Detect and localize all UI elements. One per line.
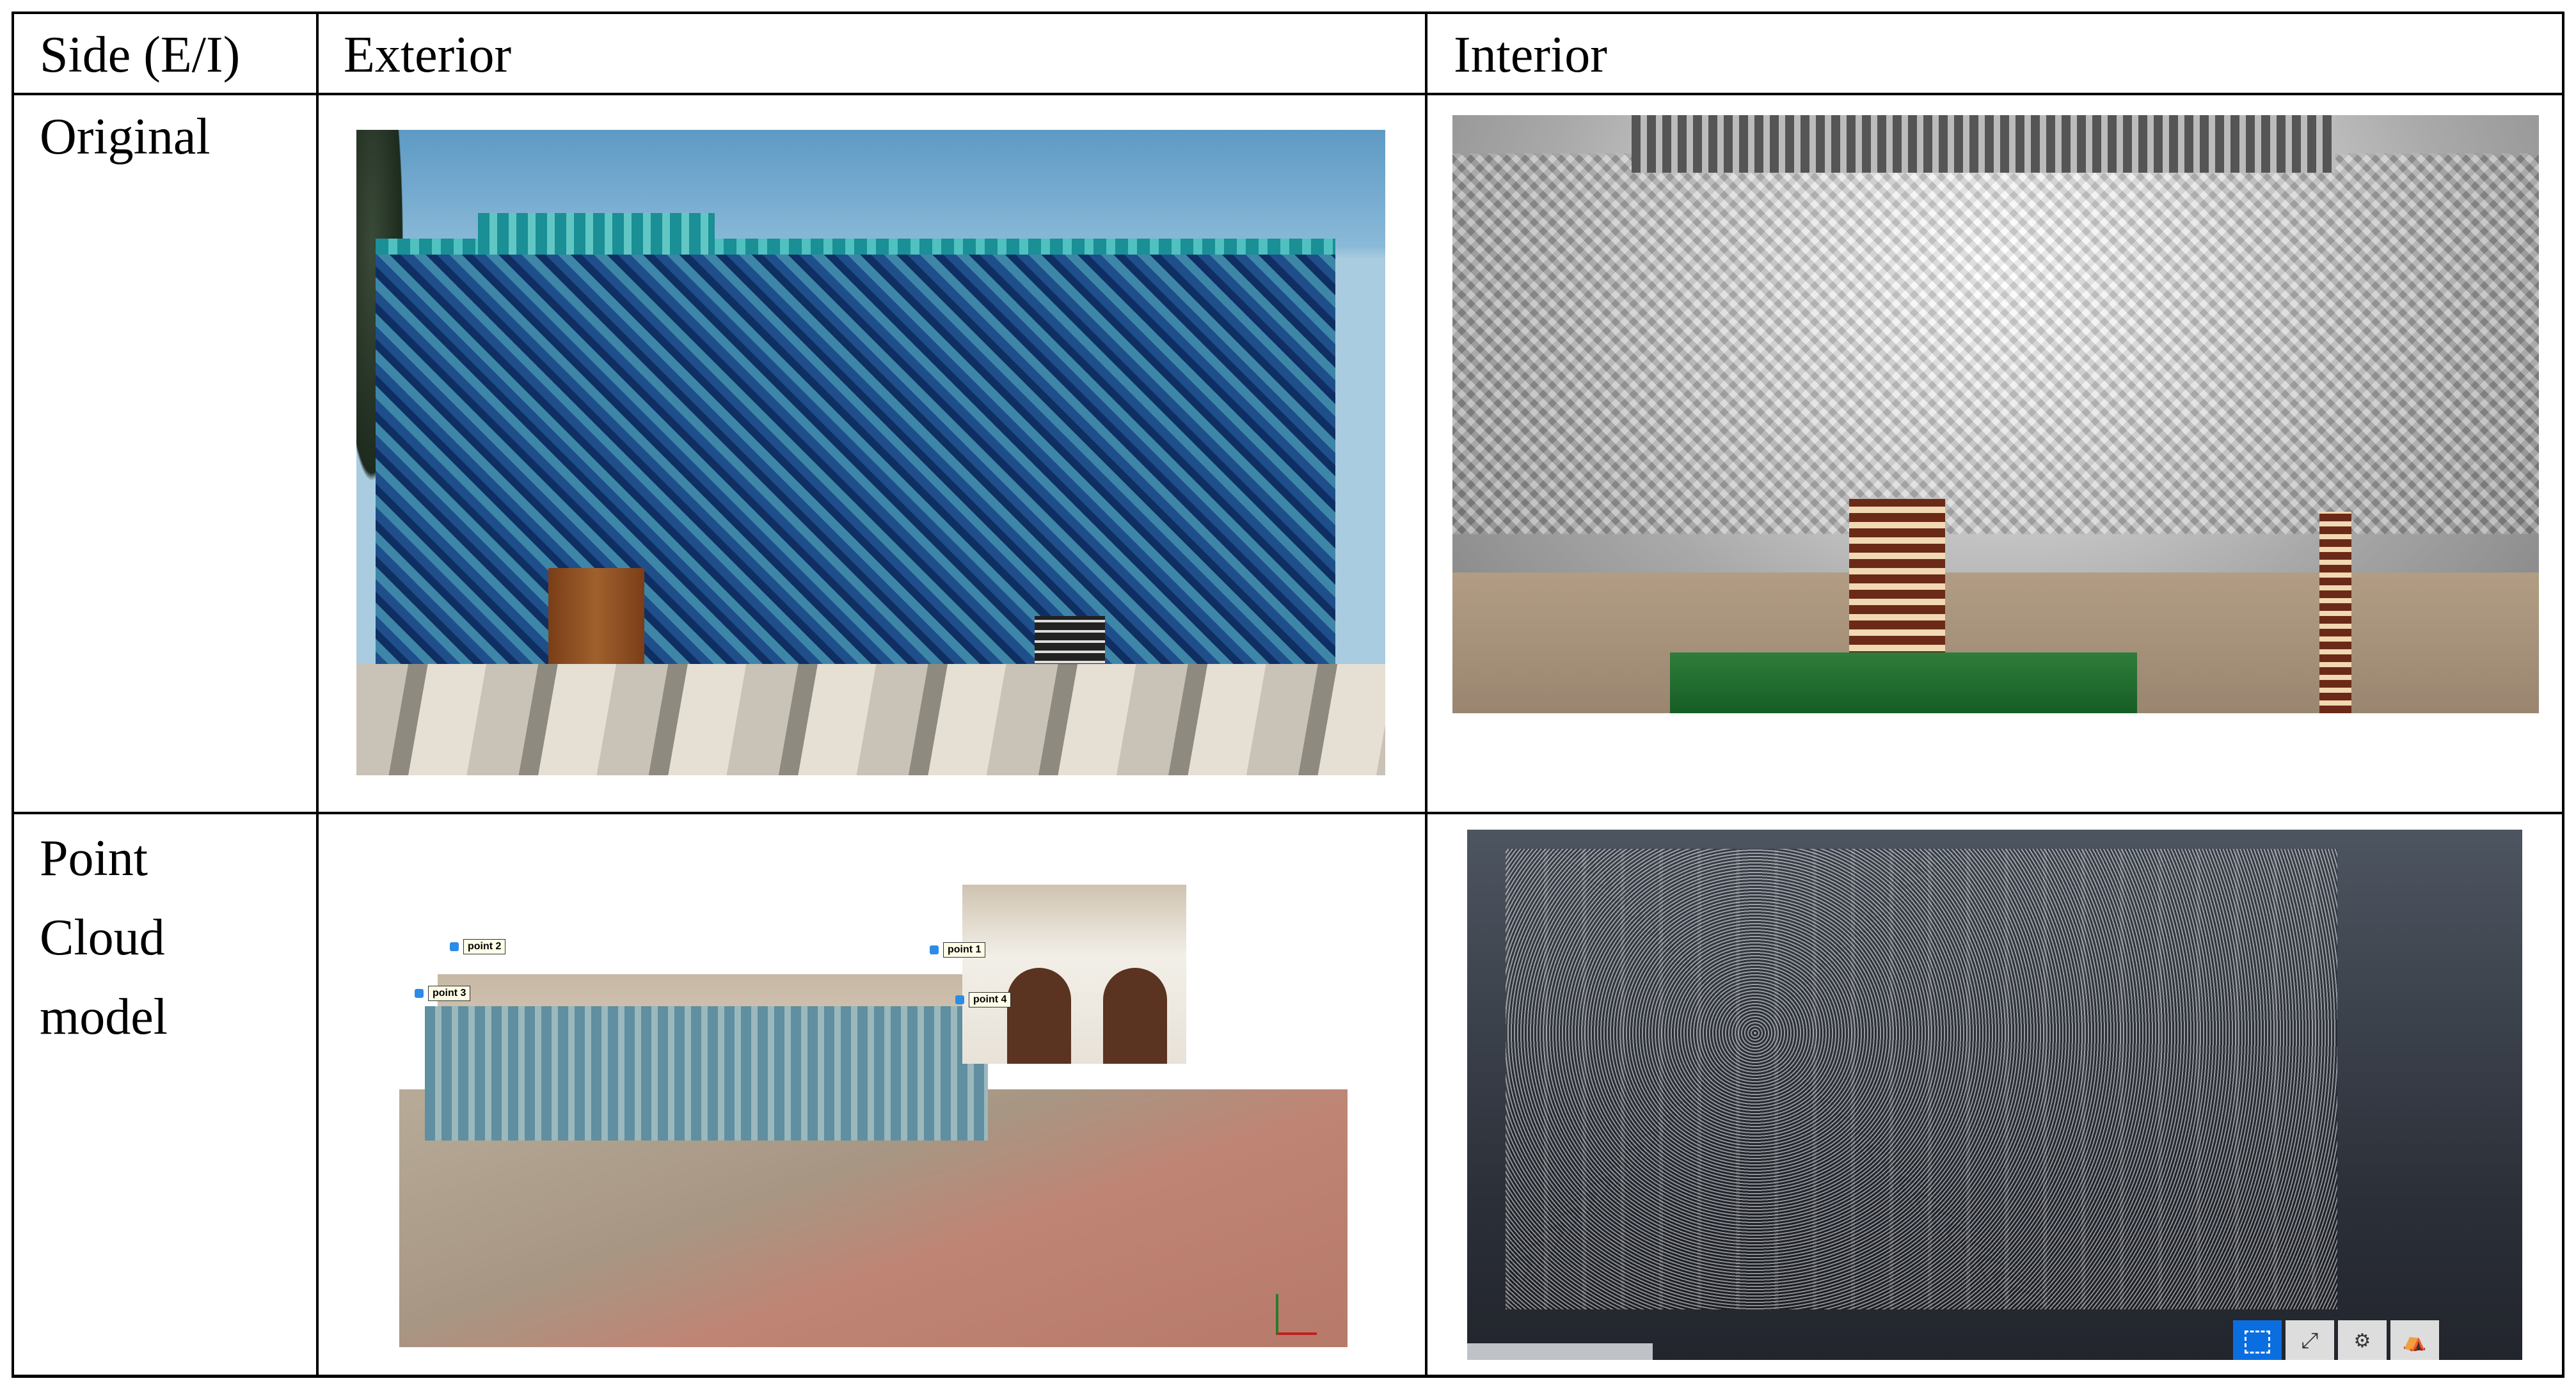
tiled-wall [376, 255, 1335, 664]
select-tool-button[interactable] [2233, 1320, 2282, 1360]
column-divider-1 [316, 12, 319, 1378]
header-side: Side (E/I) [40, 27, 241, 83]
ceiling [1632, 115, 2335, 173]
arch-door [1007, 968, 1071, 1064]
select-icon [2245, 1331, 2270, 1354]
facade [425, 1006, 988, 1141]
view-icon: ⛺ [2403, 1331, 2427, 1352]
point-label[interactable]: point 2 [449, 939, 506, 954]
table-border-right [2562, 12, 2564, 1378]
settings-icon: ⚙ [2353, 1331, 2371, 1352]
interior-original-photo [1452, 115, 2539, 713]
exterior-original-photo [356, 130, 1385, 775]
header-interior: Interior [1454, 27, 1607, 83]
graves-floor [356, 664, 1385, 775]
table-border-left [12, 12, 14, 1378]
coordinate-bar [1467, 1343, 1653, 1360]
lattice-window-side [2319, 512, 2351, 713]
point-label[interactable]: point 1 [929, 942, 986, 958]
row-label-point: Point [40, 830, 148, 887]
view-tool-button[interactable]: ⛺ [2390, 1320, 2439, 1360]
viewer-toolbar: ⤢ ⚙ ⛺ [2233, 1320, 2439, 1360]
mirror-work-walls [1452, 154, 2539, 534]
point-label[interactable]: point 4 [955, 992, 1012, 1007]
row-label-model: model [40, 989, 168, 1045]
row-label-original: Original [40, 109, 211, 165]
point-cloud [1506, 849, 2337, 1309]
green-tomb-cover [1670, 652, 2137, 713]
column-divider-2 [1425, 12, 1427, 1378]
row-label-cloud: Cloud [40, 910, 165, 966]
interior-point-cloud-render: ⤢ ⚙ ⛺ [1467, 830, 2522, 1360]
arch-door [1103, 968, 1167, 1064]
row-divider [13, 812, 2564, 814]
settings-tool-button[interactable]: ⚙ [2338, 1320, 2387, 1360]
exterior-point-cloud-render: point 1 point 2 point 3 point 4 [399, 846, 1348, 1347]
measure-icon: ⤢ [2301, 1329, 2319, 1353]
header-exterior: Exterior [344, 27, 512, 83]
table-border-top [13, 12, 2564, 14]
axes-gizmo-icon [1276, 1294, 1317, 1335]
point-label[interactable]: point 3 [414, 986, 471, 1001]
measure-tool-button[interactable]: ⤢ [2286, 1320, 2334, 1360]
table-border-bottom [13, 1375, 2564, 1378]
